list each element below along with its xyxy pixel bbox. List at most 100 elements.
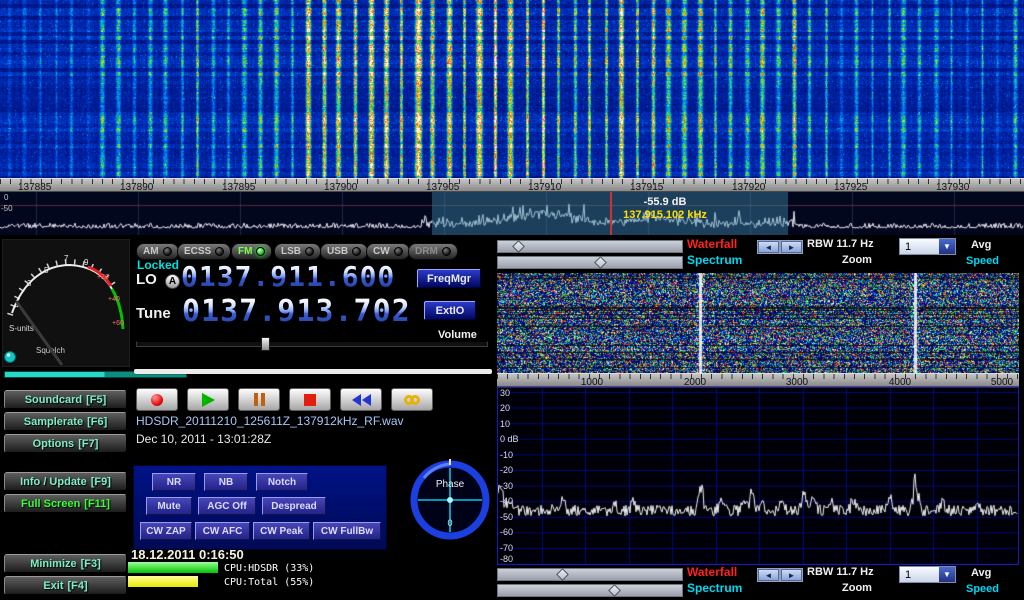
stop-button[interactable] xyxy=(289,388,331,411)
samplerate-button[interactable]: Samplerate[F6] xyxy=(4,412,127,431)
slider-thumb[interactable] xyxy=(556,568,569,581)
frequency-ruler[interactable]: 137885 137890 137895 137900 137905 13791… xyxy=(0,178,1024,192)
exit-button[interactable]: Exit[F4] xyxy=(4,576,127,595)
audio-waterfall-display[interactable] xyxy=(497,273,1019,373)
db-scale-label: -30 xyxy=(500,481,513,491)
fullscreen-button[interactable]: Full Screen[F11] xyxy=(4,494,127,513)
mode-button-cw[interactable]: CW xyxy=(366,243,410,260)
info-update-button[interactable]: Info / Update[F9] xyxy=(4,472,127,491)
main-waterfall-display[interactable] xyxy=(0,0,1024,178)
lo-lock-button[interactable]: A xyxy=(165,274,180,289)
slider-thumb[interactable] xyxy=(594,256,607,269)
audio-frequency-ruler[interactable]: 1000 2000 3000 4000 5000 xyxy=(497,373,1019,387)
tune-frequency-display[interactable]: 0137.913.702 xyxy=(182,297,411,327)
audio-spectrum-display[interactable] xyxy=(497,387,1019,565)
meter-tick-label: +40 xyxy=(108,296,120,303)
band-scale-minus50: -50 xyxy=(1,205,13,213)
signal-db-readout: -55.9 dB xyxy=(580,196,750,208)
cpu-total-fill xyxy=(128,576,198,587)
volume-slider[interactable] xyxy=(136,341,488,347)
hdsdr-window: 137885 137890 137895 137900 137905 13791… xyxy=(0,0,1024,600)
cpu-total-text: CPU:Total (55%) xyxy=(224,577,314,588)
nb-button[interactable]: NB xyxy=(204,473,248,491)
options-button[interactable]: Options[F7] xyxy=(4,434,127,453)
waterfall-label[interactable]: Waterfall xyxy=(687,238,737,250)
cw-peak-button[interactable]: CW Peak xyxy=(253,522,310,540)
meter-tick-label: +20 xyxy=(97,274,109,281)
phase-center-dot xyxy=(447,497,453,503)
mode-button-drm[interactable]: DRM xyxy=(408,243,458,260)
volume-slider-thumb[interactable] xyxy=(261,337,270,351)
db-scale-label: 10 xyxy=(500,419,510,429)
soundcard-button[interactable]: Soundcard[F5] xyxy=(4,390,127,409)
zoom-in-arrow-icon[interactable]: ► xyxy=(781,241,802,253)
agc-off-button[interactable]: AGC Off xyxy=(198,497,256,515)
cpu-hdsdr-text: CPU:HDSDR (33%) xyxy=(224,563,314,574)
freqmgr-button[interactable]: FreqMgr xyxy=(417,269,481,288)
squelch-knob[interactable] xyxy=(5,352,16,363)
s-units-label: S-units xyxy=(9,324,34,333)
phase-dial[interactable]: Phase 0 xyxy=(406,456,494,544)
slider-thumb[interactable] xyxy=(512,240,525,253)
spectrum-range-slider[interactable] xyxy=(497,256,683,269)
zoom2-in-arrow-icon[interactable]: ► xyxy=(781,569,802,581)
record-button[interactable] xyxy=(136,388,178,411)
dropdown2-arrow-icon[interactable]: ▼ xyxy=(939,567,955,582)
slider-thumb[interactable] xyxy=(608,584,621,597)
mode-led-icon xyxy=(305,247,314,256)
notch-button[interactable]: Notch xyxy=(256,473,308,491)
rewind-button[interactable] xyxy=(340,388,382,411)
mode-button-usb[interactable]: USB xyxy=(320,243,368,260)
nr-button[interactable]: NR xyxy=(152,473,196,491)
button-hotkey: [F6] xyxy=(87,416,107,428)
zoom2-label: Zoom xyxy=(842,583,872,594)
extio-button[interactable]: ExtIO xyxy=(424,301,476,320)
avg2-select[interactable]: 1 ▼ xyxy=(899,566,956,583)
mode-button-lsb[interactable]: LSB xyxy=(274,243,321,260)
mode-label: ECSS xyxy=(184,246,211,257)
db-scale-label: 30 xyxy=(500,388,510,398)
ruler2-ticks xyxy=(497,374,1019,379)
mute-button[interactable]: Mute xyxy=(146,497,192,515)
waterfall-contrast-slider[interactable] xyxy=(497,240,683,253)
audio-spectrum-trace xyxy=(498,388,1018,564)
mode-led-icon xyxy=(352,247,361,256)
waterfall2-contrast-slider[interactable] xyxy=(497,568,683,581)
tune-label: Tune xyxy=(136,306,171,321)
lo-frequency-display[interactable]: 0137.911.600 xyxy=(181,263,395,291)
mode-led-icon xyxy=(163,247,172,256)
meter-tick-label: 7 xyxy=(64,254,69,263)
mode-led-icon xyxy=(215,247,224,256)
cw-zap-button[interactable]: CW ZAP xyxy=(140,522,192,540)
mode-button-fm[interactable]: FM xyxy=(231,243,272,260)
wav-filename: HDSDR_20111210_125611Z_137912kHz_RF.wav xyxy=(136,415,404,427)
dropdown-arrow-icon[interactable]: ▼ xyxy=(939,239,955,254)
mode-label: USB xyxy=(327,246,348,257)
avg-select[interactable]: 1 ▼ xyxy=(899,238,956,255)
loop-button[interactable] xyxy=(391,388,433,411)
button-label: Soundcard xyxy=(25,394,82,406)
despread-button[interactable]: Despread xyxy=(262,497,326,515)
mode-label: AM xyxy=(143,246,159,257)
pause-icon xyxy=(254,393,265,406)
zoom2-out-arrow-icon[interactable]: ◄ xyxy=(758,569,779,581)
spectrum-label[interactable]: Spectrum xyxy=(687,254,742,266)
playback-position-track[interactable] xyxy=(134,369,492,374)
pause-button[interactable] xyxy=(238,388,280,411)
waterfall2-label[interactable]: Waterfall xyxy=(687,566,737,578)
spectrum2-range-slider[interactable] xyxy=(497,584,683,597)
mode-button-ecss[interactable]: ECSS xyxy=(177,243,231,260)
cw-afc-button[interactable]: CW AFC xyxy=(195,522,250,540)
db-scale-label: 20 xyxy=(500,403,510,413)
play-button[interactable] xyxy=(187,388,229,411)
db-scale-label: -80 xyxy=(500,554,513,564)
minimize-button[interactable]: Minimize[F3] xyxy=(4,554,127,573)
squelch-knob-highlight xyxy=(7,353,11,357)
spectrum2-label[interactable]: Spectrum xyxy=(687,582,742,594)
meter-tick-label: 3 xyxy=(27,279,32,288)
speed-label: Speed xyxy=(966,256,999,267)
overview-spectrum[interactable]: 0 -50 -55.9 dB 137.915.102 kHz xyxy=(0,192,1024,235)
button-hotkey: [F4] xyxy=(68,580,88,592)
zoom-out-arrow-icon[interactable]: ◄ xyxy=(758,241,779,253)
cw-fullbw-button[interactable]: CW FullBw xyxy=(313,522,381,540)
